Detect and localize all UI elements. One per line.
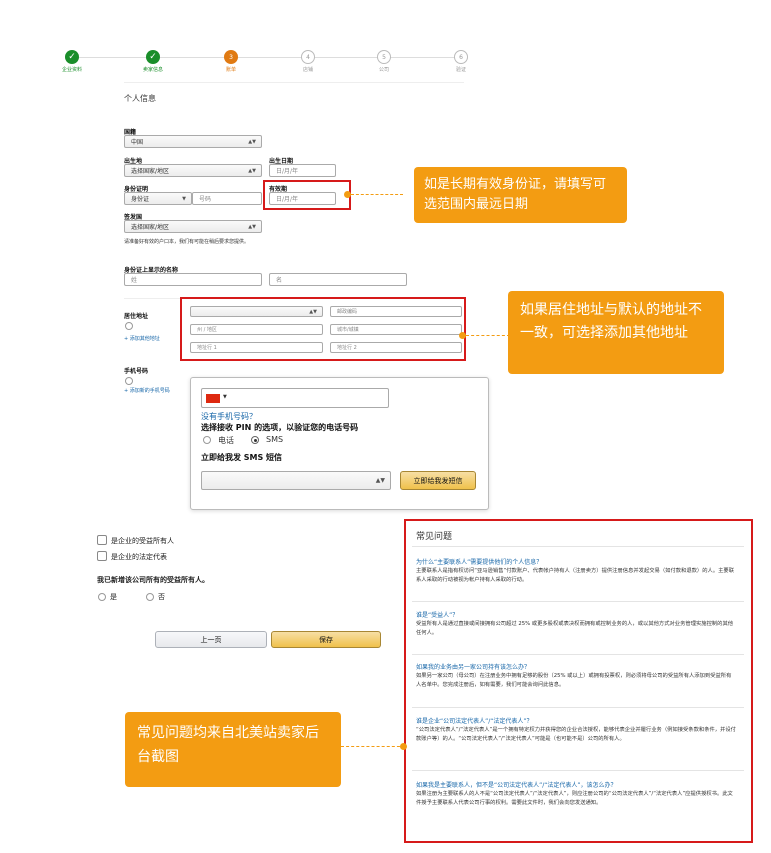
faq-question-1[interactable]: 为什么“主要联系人”需要提供他们的个人信息？ [416, 557, 542, 566]
expiry-connector [351, 194, 403, 195]
address-label: 居住地址 [124, 313, 149, 320]
add-phone-link[interactable]: + 添加新的手机号码 [124, 387, 170, 395]
faq-callout: 常见问题均来自北美站卖家后台截图 [125, 712, 341, 787]
faq-answer-1: 主要联系人是指有权访问“亚马逊销售”付款账户、代表帐户持有人（注册卖方）提供注册… [416, 568, 735, 583]
issuing-country-value: 选择国家/地区 [131, 224, 170, 231]
faq-answer-5: 如果注册为主要联系人的人不是“公司法定代表人”/“法定代表人”，则应注册公司的“… [416, 791, 733, 806]
stepper-line [72, 57, 462, 58]
phone-radio[interactable] [125, 377, 133, 385]
faq-divider [412, 546, 744, 547]
china-flag-icon [206, 394, 220, 403]
header-divider [124, 82, 464, 83]
issuing-country-select[interactable]: 选择国家/地区 ▲▼ [124, 220, 262, 233]
faq-question-5[interactable]: 如果我是主要联系人，但不是“公司法定代表人”/“法定代表人”，该怎么办？ [416, 780, 616, 789]
faq-question-2[interactable]: 谁是“受益人”？ [416, 610, 458, 619]
call-radio[interactable] [203, 436, 211, 444]
legal-rep-checkbox[interactable] [97, 551, 107, 561]
sms-label: SMS [266, 435, 284, 444]
save-button[interactable]: 保存 [271, 631, 381, 648]
nationality-value: 中国 [131, 139, 144, 146]
step-4-circle: 4 [301, 50, 315, 64]
step-5-circle: 5 [377, 50, 391, 64]
step-6-circle: 6 [454, 50, 468, 64]
faq-connector [341, 746, 405, 747]
pin-option-title: 选择接收 PIN 的选项，以验证您的电话号码 [201, 423, 359, 432]
faq-connector-dot [400, 743, 407, 750]
faq-title: 常见问题 [416, 532, 453, 542]
birthplace-value: 选择国家/地区 [131, 168, 170, 175]
sms-title: 立即给我发 SMS 短信 [201, 453, 283, 462]
address-highlight-box [180, 297, 466, 361]
send-sms-button[interactable]: 立即给我发短信 [400, 471, 476, 490]
sms-language-select[interactable]: ▲▼ [201, 471, 391, 490]
given-name-input[interactable]: 名 [269, 273, 407, 286]
section-title: 个人信息 [124, 94, 156, 103]
surname-placeholder: 姓 [131, 277, 138, 284]
issuing-country-note: 请准备好有效的户口本，我们有可能在稍后要求您提供。 [124, 239, 250, 245]
birthdate-input[interactable]: 日/月/年 [269, 164, 336, 177]
id-number-placeholder: 号码 [199, 196, 212, 203]
step-2-label: 卖家信息 [142, 67, 163, 73]
no-label: 否 [158, 593, 165, 601]
yes-label: 是 [110, 593, 117, 601]
id-type-value: 身份证 [131, 196, 150, 203]
chevron-down-icon: ▲▼ [248, 138, 256, 145]
chevron-down-icon: ▲▼ [375, 477, 385, 484]
faq-answer-3: 如果另一家公司（母公司）在注册业务中拥有足够的股份（25% 或以上）或拥有投票权… [416, 673, 732, 688]
expiry-connector-dot [344, 191, 351, 198]
no-radio[interactable] [146, 593, 154, 601]
faq-question-3[interactable]: 如果我的业务由另一家公司持有该怎么办？ [416, 662, 530, 671]
surname-input[interactable]: 姓 [124, 273, 262, 286]
chevron-down-icon: ▲▼ [248, 223, 256, 230]
birthdate-placeholder: 日/月/年 [276, 168, 299, 175]
step-2-check-icon: ✓ [146, 50, 160, 64]
faq-question-4[interactable]: 谁是企业“公司法定代表人”/“法定代表人”？ [416, 716, 532, 725]
birthplace-select[interactable]: 选择国家/地区 ▲▼ [124, 164, 262, 177]
step-6-label: 验证 [455, 67, 466, 73]
address-callout: 如果居住地址与默认的地址不一致，可选择添加其他地址 [508, 291, 724, 374]
step-1-check-icon: ✓ [65, 50, 79, 64]
faq-divider [412, 601, 744, 602]
beneficial-owner-checkbox[interactable] [97, 535, 107, 545]
step-3-label: 账单 [225, 67, 236, 73]
id-number-input[interactable]: 号码 [192, 192, 262, 205]
prev-page-button[interactable]: 上一页 [155, 631, 267, 648]
step-5-label: 公司 [378, 67, 389, 73]
sms-radio[interactable] [251, 436, 259, 444]
call-label: 电话 [218, 436, 234, 445]
beneficial-owner-label: 是企业的受益所有人 [111, 537, 174, 545]
expiry-highlight-box [263, 180, 351, 210]
all-owners-question: 我已新增该公司所有的受益所有人。 [97, 576, 209, 584]
faq-answer-4: “公司法定代表人”/“法定代表人”是一个拥有特定权力并获得您的企业合法授权，能够… [416, 727, 736, 742]
caret-down-icon: ▼ [182, 195, 186, 202]
faq-divider [412, 707, 744, 708]
address-connector [466, 335, 510, 336]
no-phone-link[interactable]: 没有手机号码？ [201, 411, 257, 422]
step-3-circle: 3 [224, 50, 238, 64]
phone-label: 手机号码 [124, 368, 149, 375]
legal-rep-label: 是企业的法定代表 [111, 553, 167, 561]
faq-divider [412, 654, 744, 655]
faq-answer-2: 受益所有人是通过直接或间接拥有公司超过 25% 或更多股权或表决权而拥有或控制业… [416, 621, 734, 636]
address-connector-dot [459, 332, 466, 339]
yes-radio[interactable] [98, 593, 106, 601]
step-1-label: 企业资料 [61, 67, 82, 73]
address-radio[interactable] [125, 322, 133, 330]
sms-radio-dot [254, 439, 257, 442]
phone-number-input[interactable]: ▼ [201, 388, 389, 408]
add-address-link[interactable]: + 添加其他地址 [124, 335, 160, 343]
nationality-select[interactable]: 中国 ▲▼ [124, 135, 262, 148]
faq-divider [412, 770, 744, 771]
expiry-callout: 如是长期有效身份证，请填写可选范围内最远日期 [414, 167, 627, 223]
id-type-select[interactable]: 身份证 ▼ [124, 192, 192, 205]
step-4-label: 店铺 [302, 67, 313, 73]
country-code-caret-icon[interactable]: ▼ [223, 394, 227, 400]
chevron-down-icon: ▲▼ [248, 167, 256, 174]
given-name-placeholder: 名 [276, 277, 283, 284]
